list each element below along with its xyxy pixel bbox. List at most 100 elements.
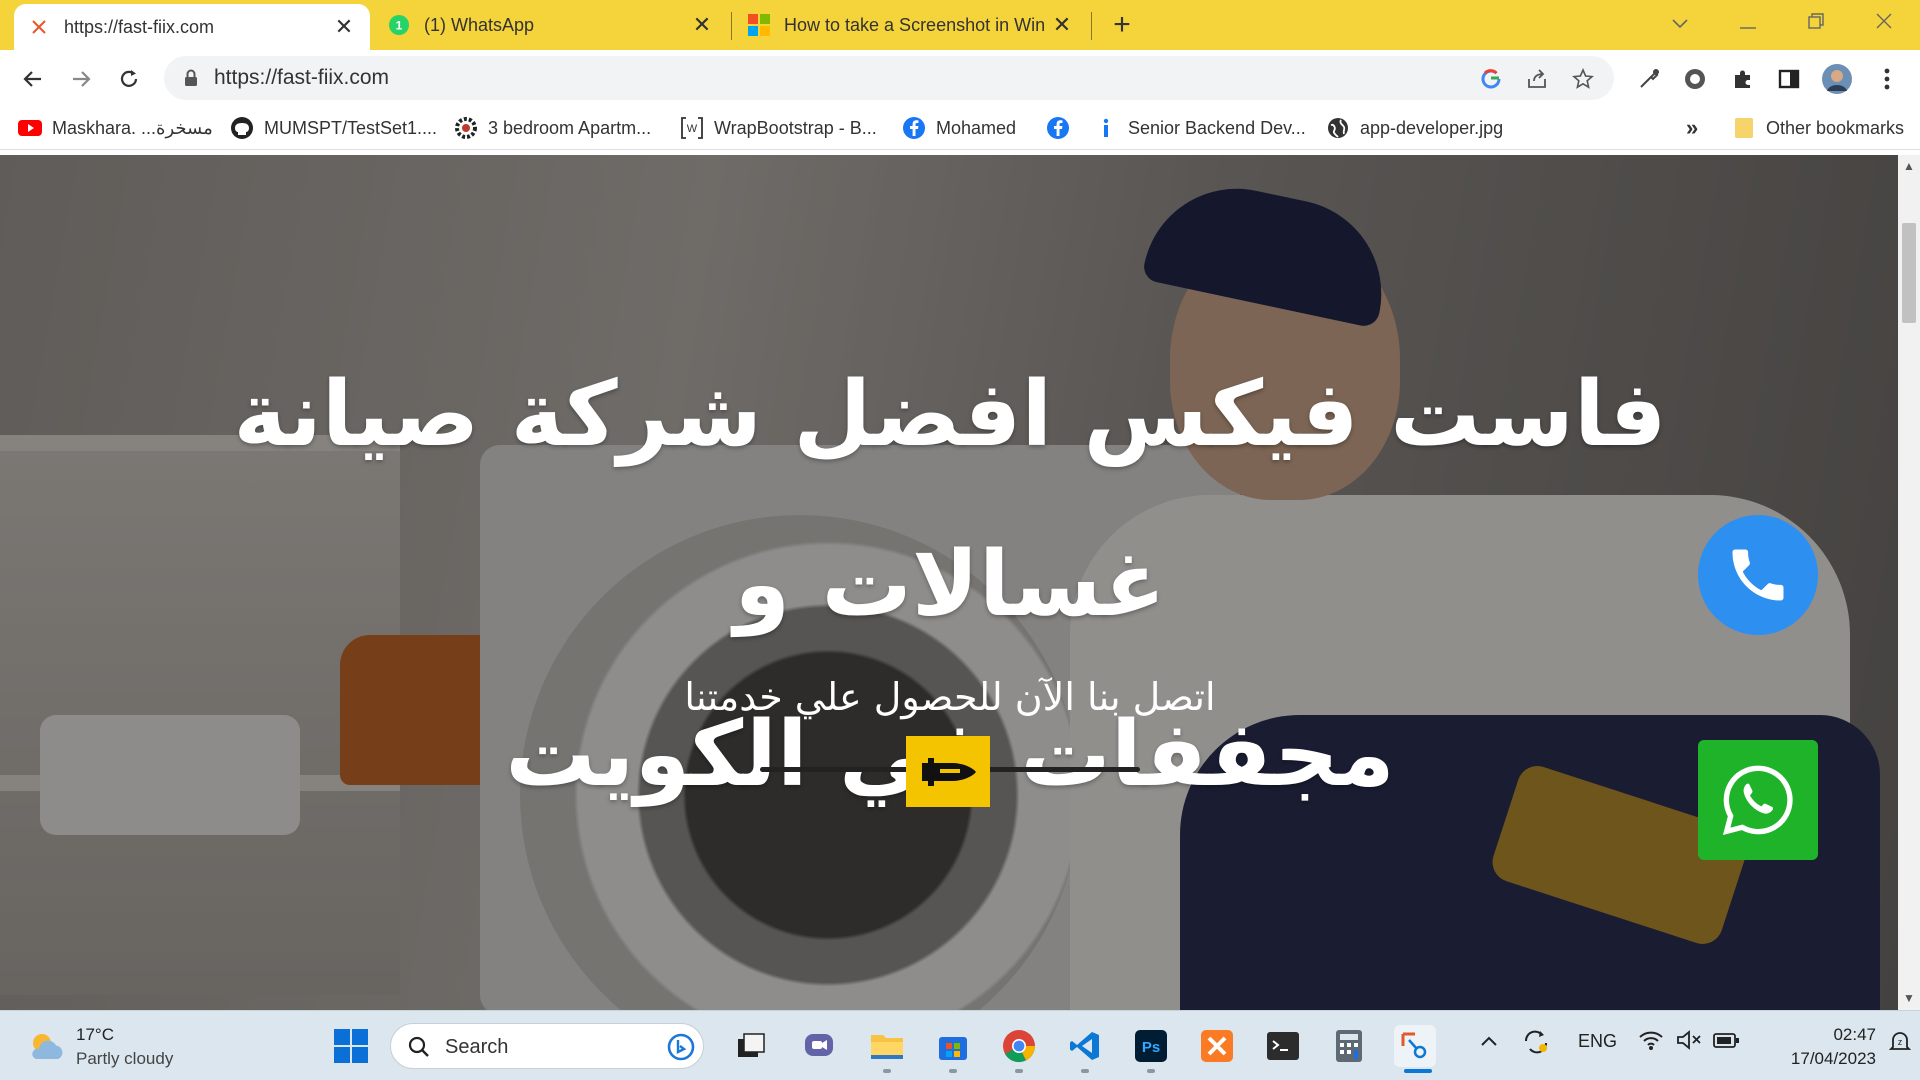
whatsapp-icon xyxy=(1722,765,1793,836)
reload-button[interactable] xyxy=(112,62,146,96)
globe-icon xyxy=(1326,116,1350,140)
photoshop-icon[interactable]: Ps xyxy=(1130,1025,1172,1067)
bookmark-label: WrapBootstrap - B... xyxy=(714,117,877,138)
battery-icon[interactable] xyxy=(1712,1029,1740,1056)
tab-screenshot-guide[interactable]: How to take a Screenshot in Win ✕ xyxy=(734,0,1088,50)
teams-chat-icon[interactable] xyxy=(798,1025,840,1067)
info-icon xyxy=(1094,116,1118,140)
close-tab-icon[interactable]: ✕ xyxy=(690,12,714,38)
microsoft-favicon-icon xyxy=(748,14,770,36)
system-clock[interactable]: 02:47 17/04/2023 xyxy=(1760,1023,1876,1071)
extension-circle-icon[interactable] xyxy=(1680,64,1710,94)
weather-description: Partly cloudy xyxy=(76,1049,174,1068)
bookmark-maskhara[interactable]: Maskhara. ...مسخرة xyxy=(18,114,213,142)
input-language[interactable]: ENG xyxy=(1578,1031,1617,1052)
xampp-icon[interactable] xyxy=(1196,1025,1238,1067)
weather-widget[interactable]: 17°C Partly cloudy xyxy=(26,1023,173,1071)
scrollbar-thumb[interactable] xyxy=(1902,223,1916,323)
eyedropper-icon[interactable] xyxy=(1634,64,1664,94)
search-label: Search xyxy=(445,1036,509,1058)
active-app-indicator xyxy=(1404,1069,1432,1073)
hero-divider-badge xyxy=(906,736,990,807)
bookmark-mohamed[interactable]: Mohamed xyxy=(902,114,1016,142)
running-indicator xyxy=(1081,1069,1089,1073)
youtube-icon xyxy=(18,116,42,140)
more-bookmarks-button[interactable]: » xyxy=(1686,114,1698,142)
tab-title: (1) WhatsApp xyxy=(424,14,535,35)
calculator-icon[interactable] xyxy=(1328,1025,1370,1067)
web-page: فاست فيكس افضل شركة صيانة غسالات و مجففا… xyxy=(0,155,1898,1010)
github-icon xyxy=(230,116,254,140)
bullet-icon xyxy=(922,757,976,786)
bookmark-app-developer[interactable]: app-developer.jpg xyxy=(1326,114,1503,142)
bookmark-apartment[interactable]: 3 bedroom Apartm... xyxy=(454,114,651,142)
call-button[interactable] xyxy=(1698,515,1818,635)
page-scrollbar[interactable]: ▲ ▼ xyxy=(1898,155,1920,1010)
tab-fast-fiix[interactable]: https://fast-fiix.com ✕ xyxy=(14,4,370,50)
close-tab-icon[interactable]: ✕ xyxy=(1050,12,1074,38)
vscode-icon[interactable] xyxy=(1064,1025,1106,1067)
bookmark-label: Maskhara. ...مسخرة xyxy=(52,117,213,138)
forward-button[interactable] xyxy=(64,62,98,96)
menu-kebab-icon[interactable] xyxy=(1872,64,1902,94)
close-tab-icon[interactable]: ✕ xyxy=(332,14,356,40)
show-hidden-icons-chevron-icon[interactable] xyxy=(1480,1031,1498,1052)
bookmark-star-icon[interactable] xyxy=(1570,66,1596,92)
terminal-icon[interactable] xyxy=(1262,1025,1304,1067)
facebook-icon xyxy=(1046,116,1070,140)
file-explorer-icon[interactable] xyxy=(866,1025,908,1067)
hero-subtitle: اتصل بنا الآن للحصول علي خدمتنا xyxy=(684,675,1216,719)
extensions-puzzle-icon[interactable] xyxy=(1728,64,1758,94)
bookmark-label: app-developer.jpg xyxy=(1360,117,1504,138)
windows-logo-icon xyxy=(334,1029,368,1063)
scroll-up-arrow-icon[interactable]: ▲ xyxy=(1903,159,1915,173)
wifi-icon[interactable] xyxy=(1638,1029,1664,1056)
back-button[interactable] xyxy=(16,62,50,96)
tab-strip: https://fast-fiix.com ✕ 1 (1) WhatsApp ✕… xyxy=(0,0,1920,50)
side-panel-icon[interactable] xyxy=(1774,64,1804,94)
bookmark-mumspt[interactable]: MUMSPT/TestSet1.... xyxy=(230,114,437,142)
clock-date: 17/04/2023 xyxy=(1790,1049,1876,1068)
whatsapp-favicon-icon: 1 xyxy=(388,14,410,36)
browser-toolbar: https://fast-fiix.com xyxy=(0,50,1920,106)
bookmarks-bar: Maskhara. ...مسخرة MUMSPT/TestSet1.... 3… xyxy=(0,106,1920,150)
url-text[interactable]: https://fast-fiix.com xyxy=(214,66,389,90)
tab-title: https://fast-fiix.com xyxy=(64,16,215,37)
taskbar-search[interactable]: Search xyxy=(390,1023,704,1069)
share-icon[interactable] xyxy=(1524,66,1550,92)
address-bar[interactable]: https://fast-fiix.com xyxy=(164,56,1614,100)
volume-muted-icon[interactable] xyxy=(1676,1029,1702,1056)
whatsapp-badge: 1 xyxy=(396,19,403,33)
search-icon xyxy=(408,1036,429,1057)
sync-icon[interactable] xyxy=(1522,1029,1550,1060)
bookmark-wrapbootstrap[interactable]: W WrapBootstrap - B... xyxy=(680,114,877,142)
chrome-icon[interactable] xyxy=(998,1025,1040,1067)
task-view-icon[interactable] xyxy=(730,1025,772,1067)
other-bookmarks-folder[interactable]: Other bookmarks xyxy=(1732,114,1904,142)
running-indicator xyxy=(1147,1069,1155,1073)
lock-icon[interactable] xyxy=(184,69,198,92)
bookmark-facebook[interactable] xyxy=(1046,114,1080,142)
tab-whatsapp[interactable]: 1 (1) WhatsApp ✕ xyxy=(374,0,728,50)
wrapbootstrap-icon: W xyxy=(680,116,704,140)
minimize-button[interactable] xyxy=(1728,8,1768,38)
microsoft-store-icon[interactable] xyxy=(932,1025,974,1067)
running-indicator xyxy=(1015,1069,1023,1073)
bookmark-label: 3 bedroom Apartm... xyxy=(488,117,652,138)
bing-icon xyxy=(667,1033,695,1061)
whatsapp-button[interactable] xyxy=(1698,740,1818,860)
tab-separator xyxy=(1091,12,1092,40)
partly-cloudy-icon xyxy=(32,1034,63,1059)
tab-search-chevron-icon[interactable] xyxy=(1660,8,1700,38)
scroll-down-arrow-icon[interactable]: ▼ xyxy=(1903,991,1915,1005)
close-window-button[interactable] xyxy=(1864,8,1904,38)
google-lens-icon[interactable] xyxy=(1478,66,1504,92)
notifications-icon[interactable]: z xyxy=(1888,1029,1912,1060)
profile-avatar[interactable] xyxy=(1822,64,1852,94)
snipping-tool-icon[interactable] xyxy=(1394,1025,1436,1067)
new-tab-button[interactable]: + xyxy=(1106,8,1138,42)
site-favicon-icon xyxy=(28,16,50,38)
start-button[interactable] xyxy=(330,1025,372,1067)
restore-button[interactable] xyxy=(1796,8,1836,38)
bookmark-senior-backend[interactable]: Senior Backend Dev... xyxy=(1094,114,1306,142)
